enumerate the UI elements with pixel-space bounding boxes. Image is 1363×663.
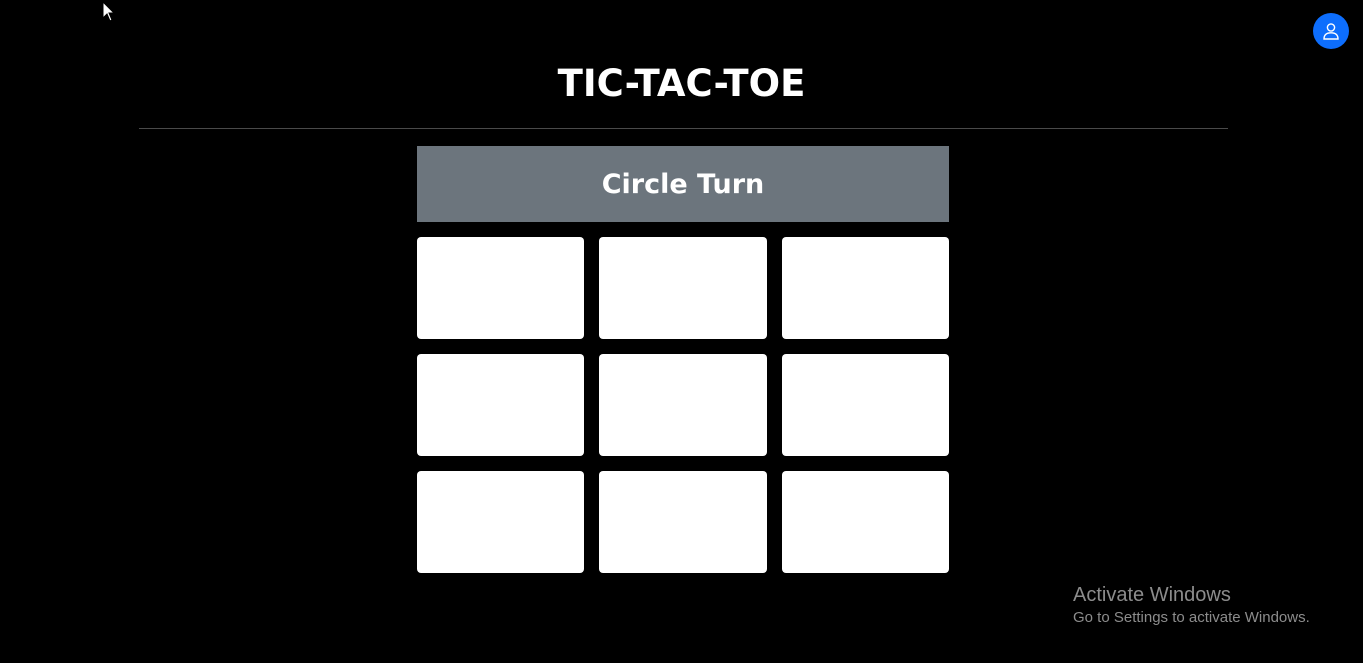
board-cell-8[interactable] (599, 471, 767, 573)
board-cell-5[interactable] (599, 354, 767, 456)
page-title: TIC-TAC-TOE (557, 62, 806, 105)
divider (139, 128, 1228, 129)
board-cell-1[interactable] (417, 237, 584, 339)
turn-status-text: Circle Turn (601, 168, 765, 200)
board-cell-2[interactable] (599, 237, 767, 339)
board-cell-9[interactable] (782, 471, 949, 573)
mouse-pointer-icon (102, 1, 116, 22)
watermark-subtitle: Go to Settings to activate Windows. (1073, 609, 1310, 626)
turn-status-banner: Circle Turn (417, 146, 949, 222)
activate-windows-watermark: Activate Windows Go to Settings to activ… (1073, 584, 1310, 629)
user-account-button[interactable] (1313, 13, 1349, 49)
board-cell-3[interactable] (782, 237, 949, 339)
board-cell-6[interactable] (782, 354, 949, 456)
user-icon (1323, 23, 1339, 40)
board-cell-7[interactable] (417, 471, 584, 573)
board-cell-4[interactable] (417, 354, 584, 456)
watermark-title: Activate Windows (1073, 584, 1231, 606)
page: TIC-TAC-TOE Circle Turn Activate Windows… (0, 0, 1363, 663)
game-board (417, 237, 949, 573)
